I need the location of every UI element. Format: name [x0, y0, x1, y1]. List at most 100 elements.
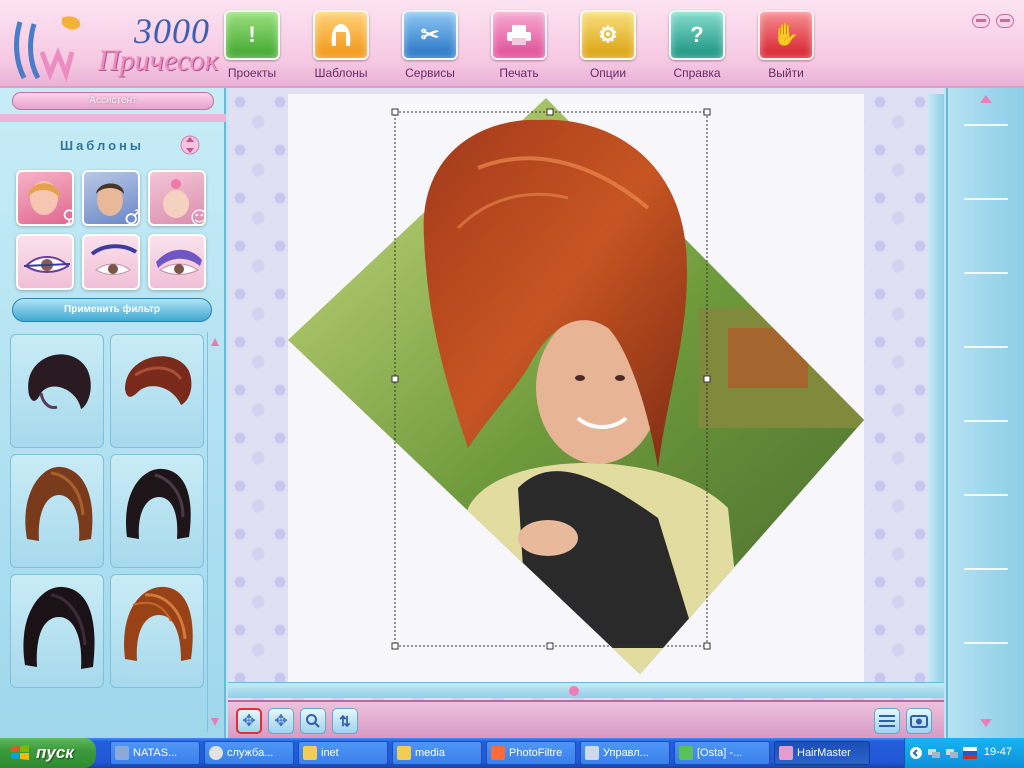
logo-subtitle: Причесок [98, 44, 219, 77]
windows-taskbar: пуск NATAS... служба... inet media Photo… [0, 738, 1024, 768]
task-hairmaster[interactable]: HairMaster [774, 741, 870, 765]
editing-canvas[interactable] [228, 88, 944, 700]
task-natas[interactable]: NATAS... [110, 741, 200, 765]
templates-label: Шаблоны [314, 66, 368, 80]
project-icon: ! [224, 10, 280, 60]
exit-label: Выйти [768, 66, 804, 80]
hairstyle-brown-bob-icon [25, 466, 93, 541]
hairstyle-brown-bob[interactable] [10, 454, 104, 568]
pan-tool-button[interactable]: ✥ [268, 708, 294, 734]
move-tool-button[interactable]: ✥ [236, 708, 262, 734]
help-button[interactable]: ? Справка [665, 10, 729, 82]
start-button[interactable]: пуск [0, 738, 96, 768]
print-label: Печать [499, 66, 539, 80]
hairstyle-gallery [8, 332, 216, 736]
network-tray-icon[interactable] [945, 747, 959, 759]
task-label: inet [321, 747, 339, 759]
tray-expand-icon[interactable] [909, 746, 923, 760]
edited-photo-icon[interactable] [228, 88, 944, 700]
panel-divider [0, 114, 226, 122]
hairstyle-copper-bob[interactable] [110, 574, 204, 688]
rotate-tool-button[interactable]: ⇅ [332, 708, 358, 734]
services-button[interactable]: ✂ Сервисы [398, 10, 462, 82]
apply-filter-button[interactable]: Применить фильтр [12, 298, 212, 322]
gallery-scrollbar[interactable] [207, 332, 221, 732]
hairstyle-auburn-short[interactable] [110, 334, 204, 448]
hairstyle-black-bob-icon [125, 468, 191, 539]
minimize-button[interactable] [972, 14, 990, 28]
network-tray-icon[interactable] [927, 747, 941, 759]
scissors-icon: ✂ [402, 10, 458, 60]
panel-slot[interactable] [964, 346, 1008, 348]
templates-button[interactable]: Шаблоны [309, 10, 373, 82]
exit-hand-icon: ✋ [758, 10, 814, 60]
task-control[interactable]: Управл... [580, 741, 670, 765]
list-view-button[interactable] [874, 708, 900, 734]
scroll-up-icon[interactable] [208, 332, 222, 352]
hairstyle-black-bob[interactable] [110, 454, 204, 568]
panel-slot[interactable] [964, 642, 1008, 644]
male-template-thumb[interactable]: ♂ [82, 170, 140, 226]
projects-label: Проекты [227, 66, 277, 80]
folder-icon [397, 746, 411, 760]
female-template-thumb[interactable]: ♀ [16, 170, 74, 226]
sort-arrows-icon[interactable] [180, 132, 200, 158]
panel-slot[interactable] [964, 124, 1008, 126]
hairstyle-dark-short[interactable] [10, 334, 104, 448]
eyeliner-template-thumb[interactable] [16, 234, 74, 290]
eyeshadow-template-thumb[interactable] [148, 234, 206, 290]
panel-slot[interactable] [964, 272, 1008, 274]
folder-icon [303, 746, 317, 760]
projects-button[interactable]: ! Проекты [220, 10, 284, 82]
scroll-down-icon[interactable] [208, 712, 222, 732]
photo-view-button[interactable] [906, 708, 932, 734]
scroll-thumb-icon[interactable] [568, 685, 580, 697]
hair-template-icon [313, 10, 369, 60]
camera-icon [910, 715, 928, 728]
panel-slot[interactable] [964, 198, 1008, 200]
panel-slot[interactable] [964, 420, 1008, 422]
panel-slot[interactable] [964, 568, 1008, 570]
eyebrow-template-thumb[interactable] [82, 234, 140, 290]
panel-slot[interactable] [964, 494, 1008, 496]
female-symbol-icon: ♀ [62, 205, 74, 226]
close-icon [1000, 19, 1010, 22]
child-symbol-icon: ☺ [190, 208, 206, 226]
task-osta[interactable]: [Osta] -... [674, 741, 770, 765]
task-label: media [415, 747, 445, 759]
hairmaster-icon [779, 746, 793, 760]
task-label: NATAS... [133, 747, 178, 759]
clock: 19-47 [983, 746, 1012, 758]
print-button[interactable]: Печать [487, 10, 551, 82]
options-button[interactable]: ⚙ Опции [576, 10, 640, 82]
scroll-up-icon[interactable] [976, 92, 996, 106]
section-title: Шаблоны [60, 138, 144, 153]
hairstyle-copper-bob-icon [124, 586, 193, 661]
service-window-icon [209, 746, 223, 760]
print-icon [491, 10, 547, 60]
child-template-thumb[interactable]: ☺ [148, 170, 206, 226]
task-photofiltre[interactable]: PhotoFiltre [486, 741, 576, 765]
scroll-down-icon[interactable] [976, 716, 996, 730]
minimize-icon [976, 19, 986, 22]
task-label: [Osta] -... [697, 747, 743, 759]
pan-icon: ✥ [274, 713, 288, 730]
close-button[interactable] [996, 14, 1014, 28]
zoom-tool-button[interactable] [300, 708, 326, 734]
photofiltre-icon [491, 746, 505, 760]
system-tray: 19-47 [904, 738, 1024, 768]
task-inet[interactable]: inet [298, 741, 388, 765]
hairstyle-black-long[interactable] [10, 574, 104, 688]
task-media[interactable]: media [392, 741, 482, 765]
canvas-vertical-scrollbar[interactable] [928, 94, 944, 682]
task-label: служба... [227, 747, 274, 759]
assistant-button[interactable]: Ассистент [12, 92, 214, 110]
exit-button[interactable]: ✋ Выйти [754, 10, 818, 82]
canvas-horizontal-scrollbar[interactable] [228, 682, 944, 698]
task-service[interactable]: служба... [204, 741, 294, 765]
move-icon: ✥ [242, 713, 256, 730]
gear-icon: ⚙ [580, 10, 636, 60]
zoom-icon [306, 714, 320, 728]
hairstyle-dark-short-icon [28, 354, 91, 409]
language-flag-icon[interactable] [963, 747, 977, 759]
